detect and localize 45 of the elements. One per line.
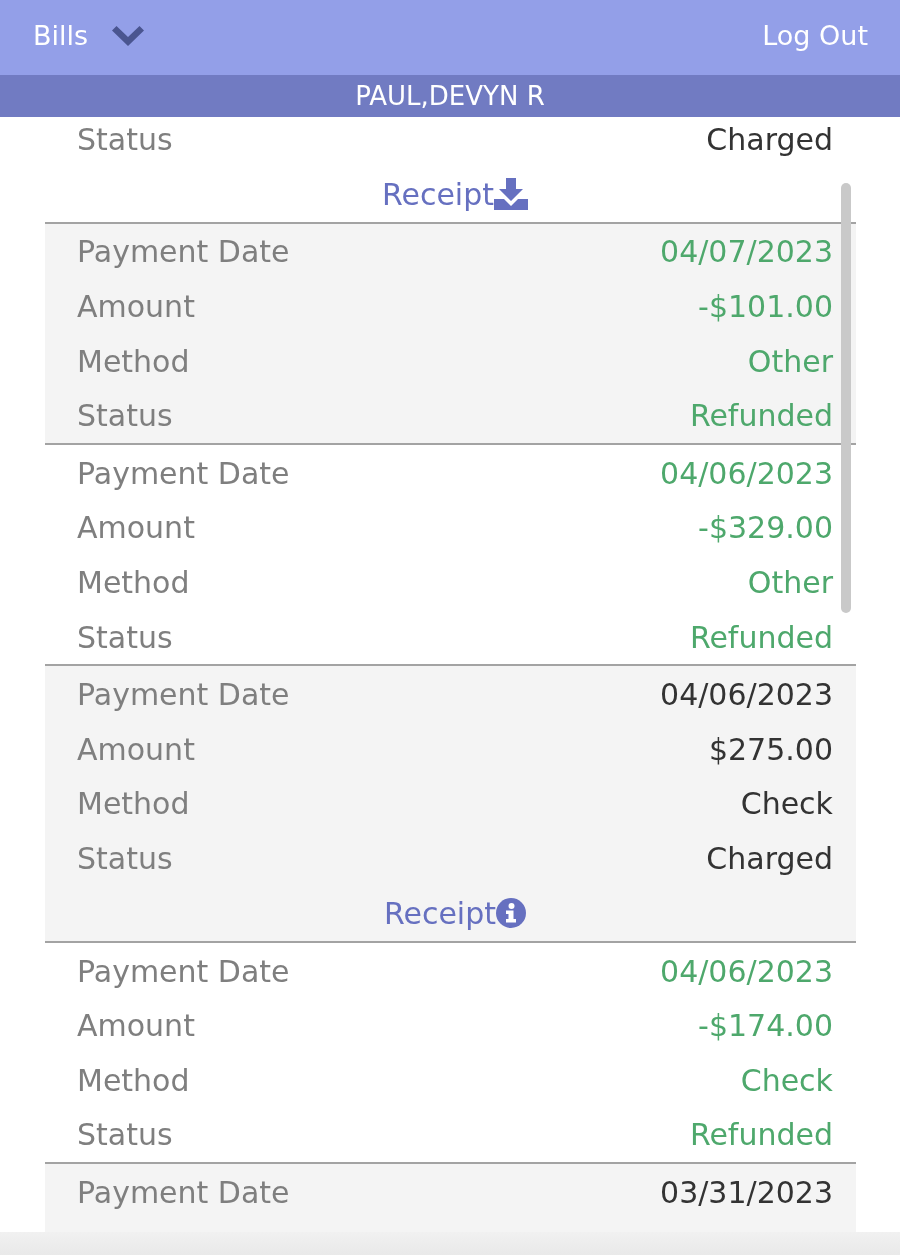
- field-value: -$329.00: [698, 510, 833, 546]
- field-label: Method: [77, 786, 190, 822]
- field-value: Refunded: [689, 1117, 833, 1153]
- download-icon: [494, 178, 528, 211]
- field-value: 04/06/2023: [660, 953, 833, 989]
- receipt-link[interactable]: Receipt: [383, 895, 526, 931]
- field-label: Amount: [77, 731, 195, 767]
- field-value: Refunded: [689, 398, 833, 434]
- field-value: Other: [747, 343, 833, 379]
- field-label: Status: [77, 121, 173, 157]
- field-value: Check: [740, 1062, 833, 1098]
- info-icon: [496, 898, 526, 929]
- field-label: Status: [77, 619, 173, 655]
- field-value: $275.00: [708, 731, 833, 767]
- field-label: Status: [77, 398, 173, 434]
- field-value: Other: [747, 564, 833, 600]
- bills-menu-button[interactable]: Bills: [33, 20, 145, 51]
- patient-name-bar: PAUL,DEVYN R: [0, 75, 900, 117]
- field-value: -$101.00: [698, 289, 833, 324]
- scrollbar-thumb[interactable]: [841, 183, 851, 613]
- field-value: Charged: [706, 840, 833, 876]
- log-out-link[interactable]: Log Out: [762, 20, 868, 51]
- field-value: Check: [740, 786, 833, 822]
- receipt-link[interactable]: Receipt: [381, 176, 528, 212]
- field-label: Payment Date: [77, 1174, 290, 1210]
- field-label: Payment Date: [77, 234, 290, 270]
- field-value: 04/07/2023: [660, 234, 833, 270]
- field-value: 03/31/2023: [660, 1174, 833, 1210]
- field-value: 04/06/2023: [660, 677, 833, 713]
- field-label: Amount: [77, 1008, 195, 1044]
- field-value: -$174.00: [698, 1008, 833, 1044]
- field-value: Charged: [706, 121, 833, 157]
- field-value: Refunded: [689, 619, 833, 655]
- field-label: Method: [77, 1062, 190, 1098]
- field-label: Method: [77, 343, 190, 379]
- chevron-down-icon: [112, 25, 145, 46]
- field-label: Amount: [77, 510, 195, 546]
- field-label: Method: [77, 564, 190, 600]
- field-label: Status: [77, 1117, 173, 1153]
- field-value: 04/06/2023: [660, 455, 833, 491]
- field-label: Payment Date: [77, 953, 290, 989]
- field-label: Status: [77, 840, 173, 876]
- field-label: Amount: [77, 289, 195, 324]
- field-label: Payment Date: [77, 677, 290, 713]
- field-label: Payment Date: [77, 455, 290, 491]
